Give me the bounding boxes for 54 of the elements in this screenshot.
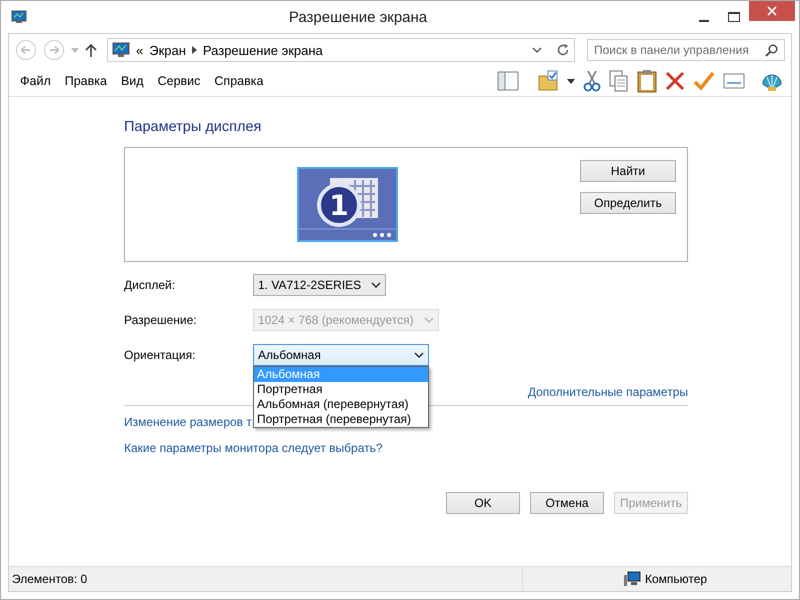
card-icon[interactable] [723,73,745,89]
monitor-icon [112,42,130,58]
breadcrumb-item[interactable]: Экран [149,42,186,58]
chevron-down-icon [414,352,424,358]
close-button[interactable] [749,1,795,21]
refresh-icon[interactable] [556,43,570,57]
field-label: Ориентация: [124,348,196,362]
dropdown[interactable]: Альбомная [253,344,429,366]
delete-icon[interactable] [665,71,685,91]
chevron-down-icon [424,317,434,323]
section-heading: Параметры дисплея [124,119,262,135]
dropdown-option[interactable]: Портретная (перевернутая) [254,412,428,427]
dialog-button[interactable]: OK [446,492,520,514]
menu-item[interactable]: Вид [114,74,151,88]
breadcrumb-arrow-icon[interactable] [192,46,197,54]
breadcrumb-item[interactable]: Разрешение экрана [202,42,323,58]
status-text: Элементов: 0 [12,572,88,586]
dropdown-option[interactable]: Альбомная (перевернутая) [254,397,428,412]
computer-icon [623,571,641,587]
search-field[interactable]: Поиск в панели управления [587,39,785,61]
maximize-icon [728,12,740,22]
checkmark-icon[interactable] [693,71,715,91]
monitor-icon[interactable]: 1 [297,167,398,242]
status-location: Компьютер [645,572,708,586]
clipboard-icon[interactable] [637,69,657,93]
dropdown[interactable]: 1. VA712-2SERIES [253,274,386,296]
overflow-chevron[interactable]: « [136,42,144,58]
preview-button[interactable]: Определить [580,192,676,214]
window-title: Разрешение экрана [288,8,428,26]
layout-pane-icon[interactable] [497,71,519,91]
chevron-down-icon[interactable] [532,47,542,53]
chevron-down-icon [371,282,382,288]
address-bar[interactable]: « Экран Разрешение экрана [107,38,575,62]
search-icon[interactable] [765,44,778,56]
help-link[interactable]: Какие параметры монитора следует выбрать? [124,441,383,455]
monitor-icon [11,10,27,24]
dialog-button[interactable]: Отмена [530,492,604,514]
folder-check-icon[interactable] [537,70,559,92]
advanced-settings-link[interactable]: Дополнительные параметры [528,385,688,399]
dropdown-option[interactable]: Портретная [254,382,428,397]
field-label: Дисплей: [124,278,176,292]
minimize-icon [699,20,709,22]
help-link[interactable]: Изменение размеров т [124,415,252,429]
caret-icon[interactable] [567,78,575,84]
menu-item[interactable]: Сервис [150,74,208,88]
menu-item[interactable]: Справка [207,74,270,88]
copy-icon[interactable] [609,70,629,92]
menu-item[interactable]: Правка [58,74,114,88]
close-icon [767,6,777,16]
scissors-icon[interactable] [583,70,601,92]
field-label: Разрешение: [124,313,198,327]
menu-item[interactable]: Файл [13,74,58,88]
up-button[interactable] [85,43,97,57]
preview-button[interactable]: Найти [580,160,676,182]
